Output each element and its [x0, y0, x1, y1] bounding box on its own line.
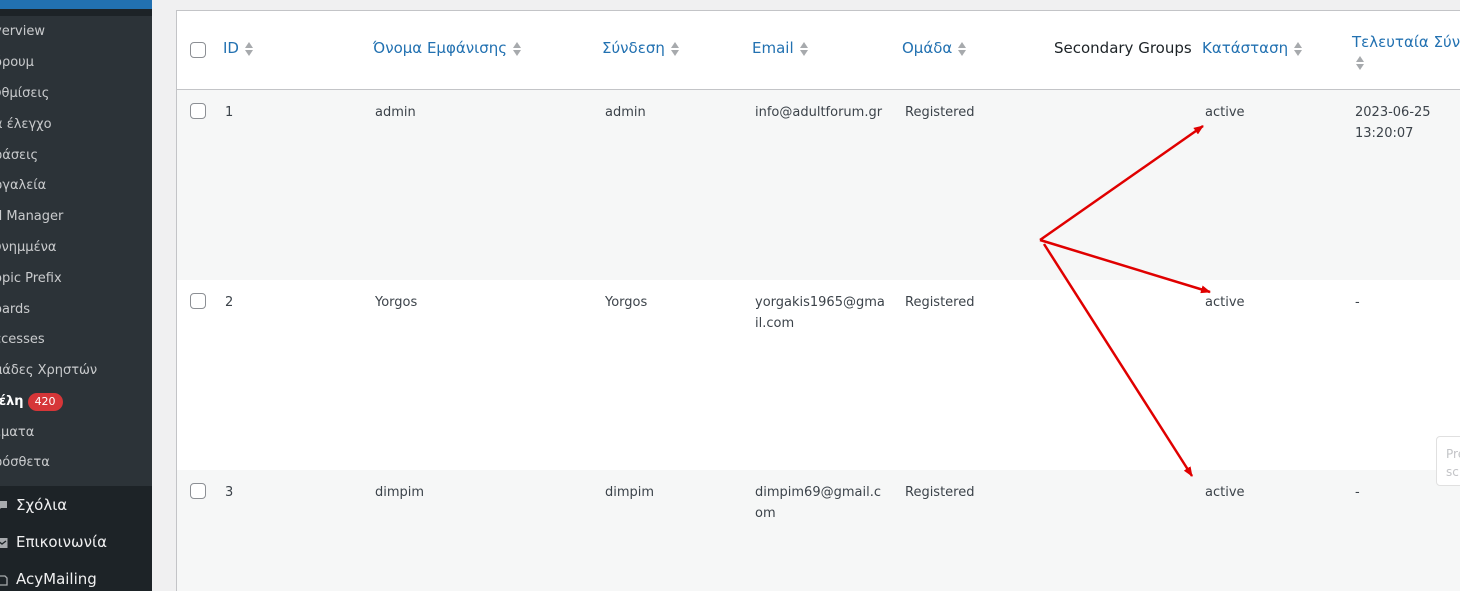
- arrow-to-row1-status: [1039, 124, 1204, 242]
- arrow-to-row2-status: [1039, 238, 1211, 294]
- annotation-arrows: [1039, 124, 1211, 477]
